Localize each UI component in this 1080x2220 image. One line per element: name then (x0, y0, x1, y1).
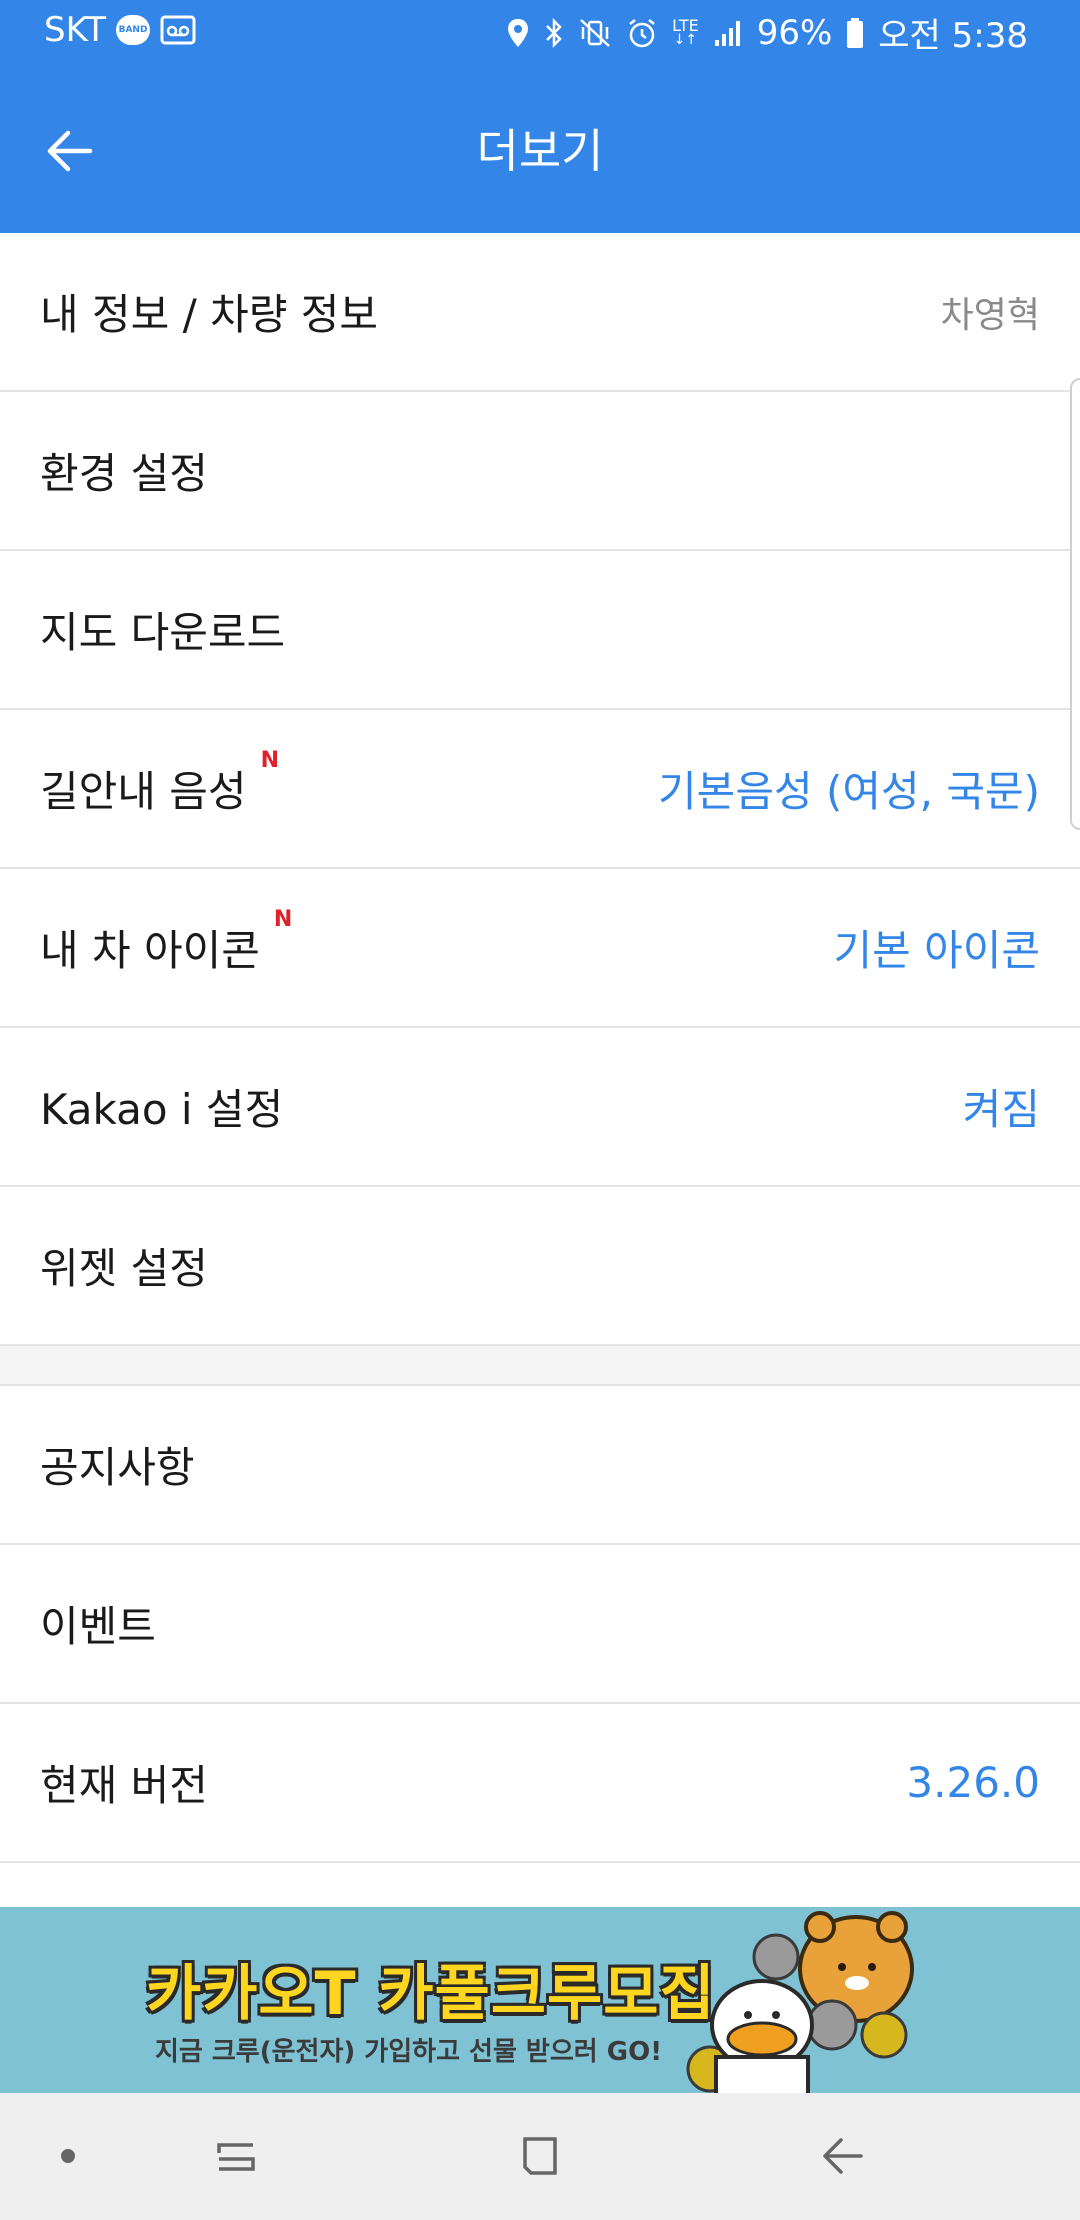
voicemail-icon (160, 15, 196, 45)
dot-icon (61, 2149, 75, 2163)
lte-arrows: ↓↑ (673, 31, 698, 48)
menu-item-value: 차영혁 (940, 294, 1040, 336)
menu-item-my-info[interactable]: 내 정보 / 차량 정보 차영혁 (0, 233, 1080, 392)
menu-item-kakao-i[interactable]: Kakao i 설정 켜짐 (0, 1028, 1080, 1187)
back-icon (823, 2138, 863, 2174)
menu-item-label: 위젯 설정 (40, 1244, 208, 1293)
menu-item-value: 켜짐 (962, 1085, 1040, 1134)
band-icon: BAND (116, 15, 151, 45)
menu-item-guide-voice[interactable]: 길안내 음성 N 기본음성 (여성, 국문) (0, 710, 1080, 869)
menu-item-map-download[interactable]: 지도 다운로드 (0, 551, 1080, 710)
menu-item-settings[interactable]: 환경 설정 (0, 392, 1080, 551)
clock: 오전 5:38 (878, 16, 1028, 56)
section-divider (0, 1346, 1080, 1386)
status-bar: SKT BAND LTE ↓↑ 96% 오전 5:38 (0, 0, 1080, 63)
menu-item-label: Kakao i 설정 (40, 1085, 284, 1134)
menu-item-label: 길안내 음성 (40, 767, 247, 816)
menu-item-value: 3.26.0 (906, 1758, 1040, 1807)
menu-item-version[interactable]: 현재 버전 3.26.0 (0, 1704, 1080, 1863)
promo-banner[interactable]: 카카오T 카풀크루모집 지금 크루(운전자) 가입하고 선물 받으러 GO! (0, 1907, 1080, 2093)
alarm-icon (626, 17, 658, 49)
bluetooth-icon (544, 17, 564, 49)
menu-item-label: 공지사항 (40, 1443, 195, 1492)
banner-subtext: 지금 크루(운전자) 가입하고 선물 받으러 GO! (155, 2037, 663, 2067)
menu-item-value: 기본음성 (여성, 국문) (658, 767, 1040, 816)
app-bar: 더보기 (0, 63, 1080, 233)
menu-item-event[interactable]: 이벤트 (0, 1545, 1080, 1704)
vibrate-icon (578, 18, 612, 48)
lte-label: LTE (672, 15, 699, 35)
home-button[interactable] (500, 2121, 580, 2191)
menu-item-widget[interactable]: 위젯 설정 (0, 1187, 1080, 1346)
lte-icon: LTE ↓↑ (672, 15, 699, 48)
carrier-label: SKT (44, 10, 107, 50)
battery-percent: 96% (756, 12, 833, 53)
new-badge: N (273, 907, 293, 932)
nav-dot-button[interactable] (28, 2121, 108, 2191)
screen: SKT BAND LTE ↓↑ 96% 오전 5:38 더보기 내 정보 / 차… (0, 0, 1080, 2220)
menu-item-label: 현재 버전 (40, 1761, 208, 1810)
menu-item-notice[interactable]: 공지사항 (0, 1386, 1080, 1545)
menu-item-label-group: 내 차 아이콘 N (40, 907, 292, 978)
recent-apps-button[interactable] (196, 2121, 276, 2191)
menu-item-label: 이벤트 (40, 1602, 156, 1651)
menu-item-label: 환경 설정 (40, 449, 208, 498)
system-back-button[interactable] (802, 2121, 882, 2191)
new-badge: N (260, 748, 279, 773)
nav-bar (0, 2093, 1080, 2220)
menu-item-label: 내 차 아이콘 (40, 926, 260, 975)
edge-panel-handle[interactable] (1070, 378, 1080, 830)
location-icon (506, 17, 530, 49)
home-icon (523, 2137, 557, 2175)
banner-character-illustration (686, 1911, 914, 2093)
menu-item-label: 지도 다운로드 (40, 608, 286, 657)
status-right: LTE ↓↑ 96% 오전 5:38 (506, 8, 1028, 57)
banner-headline: 카카오T 카풀크루모집 (146, 1959, 716, 2029)
status-left: SKT BAND (44, 10, 196, 50)
menu-list: 내 정보 / 차량 정보 차영혁 환경 설정 지도 다운로드 길안내 음성 N … (0, 233, 1080, 1863)
recent-apps-icon (217, 2143, 255, 2171)
signal-icon (713, 18, 743, 48)
battery-icon (846, 17, 864, 49)
menu-item-label-group: 길안내 음성 N (40, 748, 279, 819)
page-title: 더보기 (476, 124, 604, 178)
menu-item-label: 내 정보 / 차량 정보 (40, 290, 379, 339)
menu-item-car-icon[interactable]: 내 차 아이콘 N 기본 아이콘 (0, 869, 1080, 1028)
menu-item-value: 기본 아이콘 (833, 926, 1040, 975)
